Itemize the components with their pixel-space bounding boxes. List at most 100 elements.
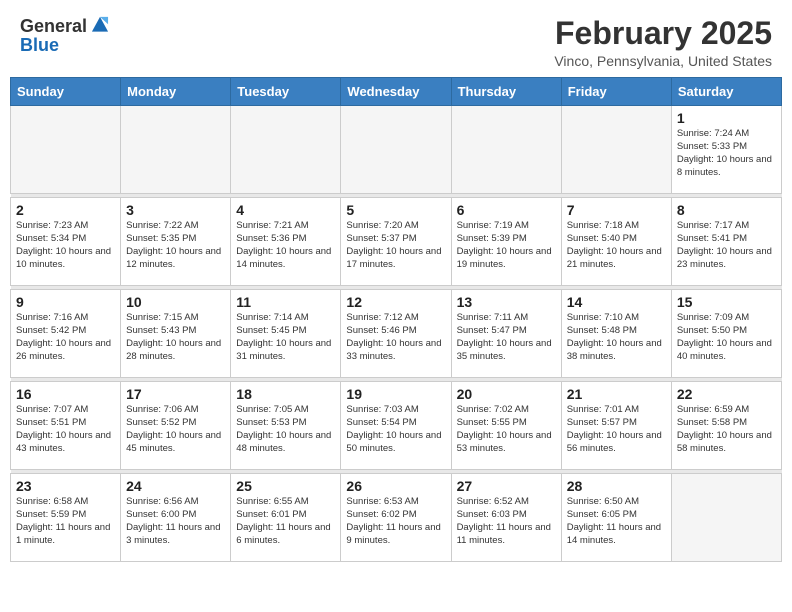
- day-cell-20: 20Sunrise: 7:02 AM Sunset: 5:55 PM Dayli…: [451, 382, 561, 470]
- day-info: Sunrise: 7:12 AM Sunset: 5:46 PM Dayligh…: [346, 312, 445, 363]
- day-info: Sunrise: 7:05 AM Sunset: 5:53 PM Dayligh…: [236, 404, 335, 455]
- day-cell-18: 18 Sunrise: 7:05 AM Sunset: 5:53 PM Dayli…: [231, 382, 341, 470]
- day-cell-7: 7Sunrise: 7:18 AM Sunset: 5:40 PM Daylig…: [561, 198, 671, 286]
- day-number: 13: [457, 294, 556, 310]
- day-header-saturday: Saturday: [671, 78, 781, 106]
- day-cell-5: 5 Sunrise: 7:20 AM Sunset: 5:37 PM Daylig…: [341, 198, 451, 286]
- day-number: 25: [236, 478, 335, 494]
- day-cell-27: 27 Sunrise: 6:52 AM Sunset: 6:03 PM Dayli…: [451, 474, 561, 562]
- day-number: 14: [567, 294, 666, 310]
- empty-cell: [561, 106, 671, 194]
- day-cell-28: 28Sunrise: 6:50 AM Sunset: 6:05 PM Dayli…: [561, 474, 671, 562]
- calendar-table: SundayMondayTuesdayWednesdayThursdayFrid…: [10, 77, 782, 562]
- day-info: Sunrise: 7:10 AM Sunset: 5:48 PM Dayligh…: [567, 312, 666, 363]
- day-number: 4: [236, 202, 335, 218]
- day-cell-13: 13 Sunrise: 7:11 AM Sunset: 5:47 PM Dayli…: [451, 290, 561, 378]
- day-cell-11: 11 Sunrise: 7:14 AM Sunset: 5:45 PM Dayli…: [231, 290, 341, 378]
- week-row-3: 9 Sunrise: 7:16 AM Sunset: 5:42 PM Daylig…: [11, 290, 782, 378]
- day-number: 26: [346, 478, 445, 494]
- week-row-5: 23Sunrise: 6:58 AM Sunset: 5:59 PM Dayli…: [11, 474, 782, 562]
- day-number: 11: [236, 294, 335, 310]
- day-number: 23: [16, 478, 115, 494]
- day-cell-14: 14 Sunrise: 7:10 AM Sunset: 5:48 PM Dayli…: [561, 290, 671, 378]
- day-header-wednesday: Wednesday: [341, 78, 451, 106]
- logo-text: General Blue: [20, 16, 111, 54]
- day-info: Sunrise: 7:22 AM Sunset: 5:35 PM Dayligh…: [126, 220, 225, 271]
- day-number: 2: [16, 202, 115, 218]
- main-title: February 2025: [554, 16, 772, 51]
- week-row-2: 2Sunrise: 7:23 AM Sunset: 5:34 PM Daylig…: [11, 198, 782, 286]
- day-number: 15: [677, 294, 776, 310]
- day-number: 17: [126, 386, 225, 402]
- day-info: Sunrise: 7:03 AM Sunset: 5:54 PM Dayligh…: [346, 404, 445, 455]
- header: General Blue February 2025 Vinco, Pennsy…: [0, 0, 792, 77]
- day-info: Sunrise: 7:11 AM Sunset: 5:47 PM Dayligh…: [457, 312, 556, 363]
- day-cell-3: 3 Sunrise: 7:22 AM Sunset: 5:35 PM Daylig…: [121, 198, 231, 286]
- day-number: 24: [126, 478, 225, 494]
- day-info: Sunrise: 6:50 AM Sunset: 6:05 PM Dayligh…: [567, 496, 666, 547]
- day-cell-12: 12 Sunrise: 7:12 AM Sunset: 5:46 PM Dayli…: [341, 290, 451, 378]
- day-number: 12: [346, 294, 445, 310]
- day-cell-17: 17 Sunrise: 7:06 AM Sunset: 5:52 PM Dayli…: [121, 382, 231, 470]
- day-header-thursday: Thursday: [451, 78, 561, 106]
- day-header-monday: Monday: [121, 78, 231, 106]
- empty-cell: [341, 106, 451, 194]
- day-cell-26: 26 Sunrise: 6:53 AM Sunset: 6:02 PM Dayli…: [341, 474, 451, 562]
- day-cell-25: 25Sunrise: 6:55 AM Sunset: 6:01 PM Dayli…: [231, 474, 341, 562]
- logo-blue: Blue: [20, 36, 111, 54]
- day-number: 21: [567, 386, 666, 402]
- title-area: February 2025 Vinco, Pennsylvania, Unite…: [554, 16, 772, 69]
- day-info: Sunrise: 7:16 AM Sunset: 5:42 PM Dayligh…: [16, 312, 115, 363]
- day-info: Sunrise: 7:14 AM Sunset: 5:45 PM Dayligh…: [236, 312, 335, 363]
- day-info: Sunrise: 6:53 AM Sunset: 6:02 PM Dayligh…: [346, 496, 445, 547]
- day-number: 18: [236, 386, 335, 402]
- day-number: 7: [567, 202, 666, 218]
- day-info: Sunrise: 7:17 AM Sunset: 5:41 PM Dayligh…: [677, 220, 776, 271]
- day-cell-22: 22Sunrise: 6:59 AM Sunset: 5:58 PM Dayli…: [671, 382, 781, 470]
- day-number: 27: [457, 478, 556, 494]
- day-info: Sunrise: 7:07 AM Sunset: 5:51 PM Dayligh…: [16, 404, 115, 455]
- day-info: Sunrise: 7:06 AM Sunset: 5:52 PM Dayligh…: [126, 404, 225, 455]
- day-cell-8: 8 Sunrise: 7:17 AM Sunset: 5:41 PM Daylig…: [671, 198, 781, 286]
- day-info: Sunrise: 7:09 AM Sunset: 5:50 PM Dayligh…: [677, 312, 776, 363]
- day-number: 22: [677, 386, 776, 402]
- day-number: 20: [457, 386, 556, 402]
- day-info: Sunrise: 7:24 AM Sunset: 5:33 PM Dayligh…: [677, 128, 776, 179]
- day-cell-1: 1 Sunrise: 7:24 AM Sunset: 5:33 PM Daylig…: [671, 106, 781, 194]
- day-cell-21: 21 Sunrise: 7:01 AM Sunset: 5:57 PM Dayli…: [561, 382, 671, 470]
- day-cell-16: 16 Sunrise: 7:07 AM Sunset: 5:51 PM Dayli…: [11, 382, 121, 470]
- day-info: Sunrise: 7:19 AM Sunset: 5:39 PM Dayligh…: [457, 220, 556, 271]
- day-info: Sunrise: 6:56 AM Sunset: 6:00 PM Dayligh…: [126, 496, 225, 547]
- day-number: 9: [16, 294, 115, 310]
- logo-icon: [89, 14, 111, 36]
- day-cell-19: 19 Sunrise: 7:03 AM Sunset: 5:54 PM Dayli…: [341, 382, 451, 470]
- day-info: Sunrise: 7:21 AM Sunset: 5:36 PM Dayligh…: [236, 220, 335, 271]
- empty-cell: [671, 474, 781, 562]
- day-number: 6: [457, 202, 556, 218]
- day-number: 3: [126, 202, 225, 218]
- week-row-1: 1 Sunrise: 7:24 AM Sunset: 5:33 PM Daylig…: [11, 106, 782, 194]
- day-number: 1: [677, 110, 776, 126]
- week-row-4: 16 Sunrise: 7:07 AM Sunset: 5:51 PM Dayli…: [11, 382, 782, 470]
- day-header-friday: Friday: [561, 78, 671, 106]
- day-number: 10: [126, 294, 225, 310]
- empty-cell: [121, 106, 231, 194]
- day-number: 5: [346, 202, 445, 218]
- day-number: 8: [677, 202, 776, 218]
- day-cell-2: 2Sunrise: 7:23 AM Sunset: 5:34 PM Daylig…: [11, 198, 121, 286]
- day-info: Sunrise: 6:52 AM Sunset: 6:03 PM Dayligh…: [457, 496, 556, 547]
- day-cell-24: 24 Sunrise: 6:56 AM Sunset: 6:00 PM Dayli…: [121, 474, 231, 562]
- subtitle: Vinco, Pennsylvania, United States: [554, 53, 772, 69]
- day-number: 19: [346, 386, 445, 402]
- empty-cell: [231, 106, 341, 194]
- day-info: Sunrise: 7:01 AM Sunset: 5:57 PM Dayligh…: [567, 404, 666, 455]
- day-cell-23: 23Sunrise: 6:58 AM Sunset: 5:59 PM Dayli…: [11, 474, 121, 562]
- header-row: SundayMondayTuesdayWednesdayThursdayFrid…: [11, 78, 782, 106]
- empty-cell: [451, 106, 561, 194]
- day-cell-4: 4 Sunrise: 7:21 AM Sunset: 5:36 PM Daylig…: [231, 198, 341, 286]
- day-number: 16: [16, 386, 115, 402]
- logo-general: General: [20, 17, 87, 35]
- page: General Blue February 2025 Vinco, Pennsy…: [0, 0, 792, 612]
- day-info: Sunrise: 7:20 AM Sunset: 5:37 PM Dayligh…: [346, 220, 445, 271]
- day-cell-9: 9 Sunrise: 7:16 AM Sunset: 5:42 PM Daylig…: [11, 290, 121, 378]
